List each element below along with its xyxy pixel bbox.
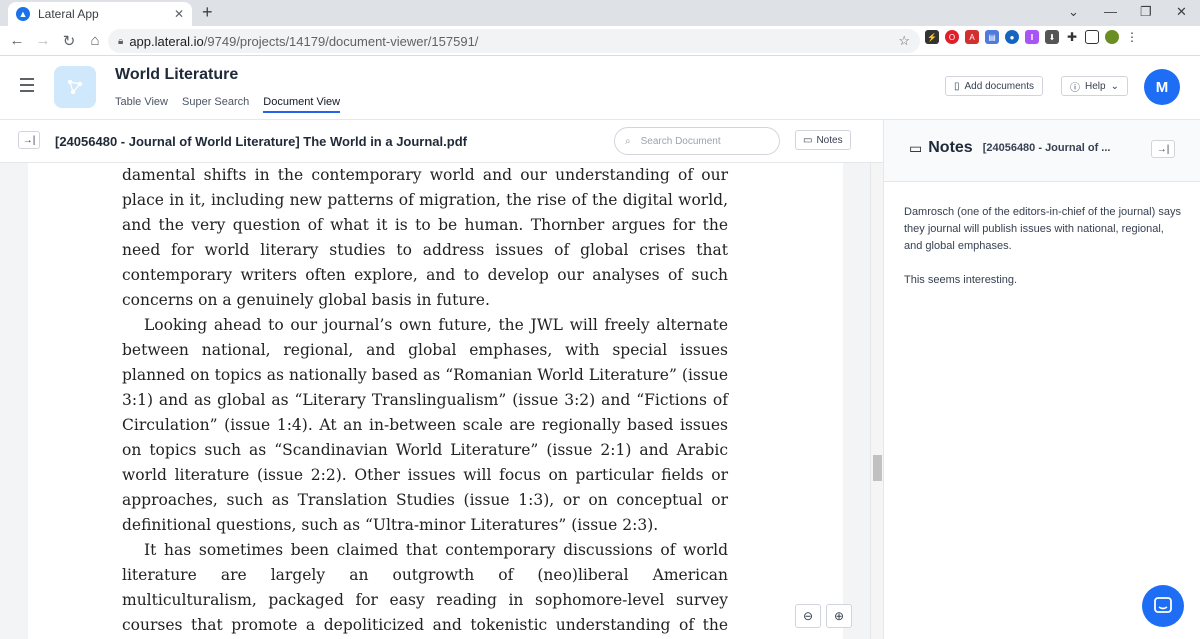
chevron-down-icon: ⌄ xyxy=(1110,80,1119,92)
lateral-logo[interactable] xyxy=(54,66,96,108)
extension-doc-icon[interactable]: ▤ xyxy=(985,30,999,44)
collapse-sidebar-button[interactable]: →| xyxy=(18,131,40,149)
arrow-to-right-icon: →| xyxy=(1156,143,1170,155)
browser-menu-icon[interactable]: ⋮ xyxy=(1125,30,1139,44)
pdf-paragraph: damental shifts in the contemporary worl… xyxy=(122,166,728,309)
chat-icon xyxy=(1154,597,1172,613)
tab-search-icon[interactable]: ⌄ xyxy=(1068,4,1079,20)
note-paragraph: Damrosch (one of the editors-in-chief of… xyxy=(904,206,1181,252)
notes-document-name: [24056480 - Journal of ... xyxy=(982,142,1111,154)
tab-super-search[interactable]: Super Search xyxy=(182,96,249,113)
note-icon: ▭ xyxy=(803,134,813,146)
notes-button-label: Notes xyxy=(816,134,843,146)
zoom-out-button[interactable]: ⊖ xyxy=(795,604,821,628)
zoom-out-icon: ⊖ xyxy=(802,609,814,623)
forward-icon[interactable]: → xyxy=(30,32,56,49)
extension-adblock-icon[interactable]: A xyxy=(965,30,979,44)
minimize-icon[interactable]: — xyxy=(1104,4,1117,19)
url-host: app.lateral.io xyxy=(129,33,204,49)
side-panel-icon[interactable] xyxy=(1085,30,1099,44)
new-tab-icon[interactable]: + xyxy=(202,2,213,23)
search-document-input[interactable]: ⌕ Search Document xyxy=(614,127,780,155)
home-icon[interactable]: ⌂ xyxy=(82,32,108,49)
search-placeholder: Search Document xyxy=(640,135,721,147)
profile-avatar-icon[interactable] xyxy=(1105,30,1119,44)
zoom-in-icon: ⊕ xyxy=(833,609,845,623)
viewer-scrollbar[interactable] xyxy=(870,163,883,639)
restore-icon[interactable]: ❐ xyxy=(1140,4,1152,20)
note-icon: ▭ xyxy=(909,139,923,156)
add-documents-button[interactable]: ▯ Add documents xyxy=(945,76,1044,96)
back-icon[interactable]: ← xyxy=(4,32,30,49)
extension-circle-icon[interactable]: ● xyxy=(1005,30,1019,44)
pdf-paragraph: Looking ahead to our journal’s own futur… xyxy=(122,316,728,534)
network-logo-icon xyxy=(67,79,83,95)
app-header: World Literature Table View Super Search… xyxy=(0,56,1200,120)
browser-tab[interactable]: ▲ Lateral App ✕ xyxy=(8,2,192,26)
zoom-in-button[interactable]: ⊕ xyxy=(826,604,852,628)
tab-table-view[interactable]: Table View xyxy=(115,96,168,113)
lock-icon: 🔒︎ xyxy=(118,35,124,47)
document-header: →| [24056480 - Journal of World Literatu… xyxy=(0,120,883,163)
scroll-thumb[interactable] xyxy=(873,455,882,481)
pdf-text: damental shifts in the contemporary worl… xyxy=(122,163,728,639)
help-label: Help xyxy=(1085,80,1106,92)
extensions-row: ⚡ O A ▤ ● ‖ ⬇ ✚ ⋮ xyxy=(925,30,1139,44)
document-icon: ▯ xyxy=(954,80,960,92)
extension-library-icon[interactable]: ‖ xyxy=(1025,30,1039,44)
browser-tabstrip: ▲ Lateral App ✕ + ⌄ — ❐ ✕ xyxy=(0,0,1200,26)
user-avatar[interactable]: M xyxy=(1144,69,1180,105)
url-path: /9749/projects/14179/document-viewer/157… xyxy=(203,33,479,49)
extension-bolt-icon[interactable]: ⚡ xyxy=(925,30,939,44)
document-viewer: damental shifts in the contemporary worl… xyxy=(0,163,883,639)
notes-header: ▭ Notes [24056480 - Journal of ... →| xyxy=(884,120,1200,182)
chat-support-button[interactable] xyxy=(1142,585,1184,627)
bookmark-star-icon[interactable]: ☆ xyxy=(898,33,910,49)
reload-icon[interactable]: ↻ xyxy=(56,32,82,50)
document-title: [24056480 - Journal of World Literature]… xyxy=(55,134,467,149)
close-notes-button[interactable]: →| xyxy=(1151,140,1175,158)
notes-button[interactable]: ▭ Notes xyxy=(795,130,851,150)
help-circle-icon: ⓘ xyxy=(1070,82,1080,94)
view-tabs: Table View Super Search Document View xyxy=(115,96,341,113)
help-button[interactable]: ⓘ Help ⌄ xyxy=(1061,76,1128,96)
lateral-favicon-icon: ▲ xyxy=(16,7,30,21)
extensions-puzzle-icon[interactable]: ✚ xyxy=(1065,30,1079,44)
notes-heading: Notes xyxy=(928,139,973,156)
close-tab-icon[interactable]: ✕ xyxy=(174,7,184,21)
tab-document-view[interactable]: Document View xyxy=(263,96,341,113)
add-documents-label: Add documents xyxy=(964,80,1035,92)
tab-title: Lateral App xyxy=(38,7,99,21)
browser-toolbar: ← → ↻ ⌂ 🔒︎ app.lateral.io/9749/projects/… xyxy=(0,26,1200,56)
note-content[interactable]: Damrosch (one of the editors-in-chief of… xyxy=(904,204,1184,306)
arrow-to-right-icon: →| xyxy=(22,134,36,146)
note-paragraph: This seems interesting. xyxy=(904,274,1018,286)
hamburger-menu-icon[interactable] xyxy=(20,78,34,96)
pdf-page: damental shifts in the contemporary worl… xyxy=(28,163,843,639)
address-bar[interactable]: 🔒︎ app.lateral.io/9749/projects/14179/do… xyxy=(108,29,920,53)
pdf-paragraph: It has sometimes been claimed that conte… xyxy=(122,541,728,634)
extension-opera-icon[interactable]: O xyxy=(945,30,959,44)
close-window-icon[interactable]: ✕ xyxy=(1176,4,1187,20)
search-icon: ⌕ xyxy=(625,135,631,147)
project-title: World Literature xyxy=(115,66,239,83)
extension-download-icon[interactable]: ⬇ xyxy=(1045,30,1059,44)
notes-panel: ▭ Notes [24056480 - Journal of ... →| Da… xyxy=(883,120,1200,639)
